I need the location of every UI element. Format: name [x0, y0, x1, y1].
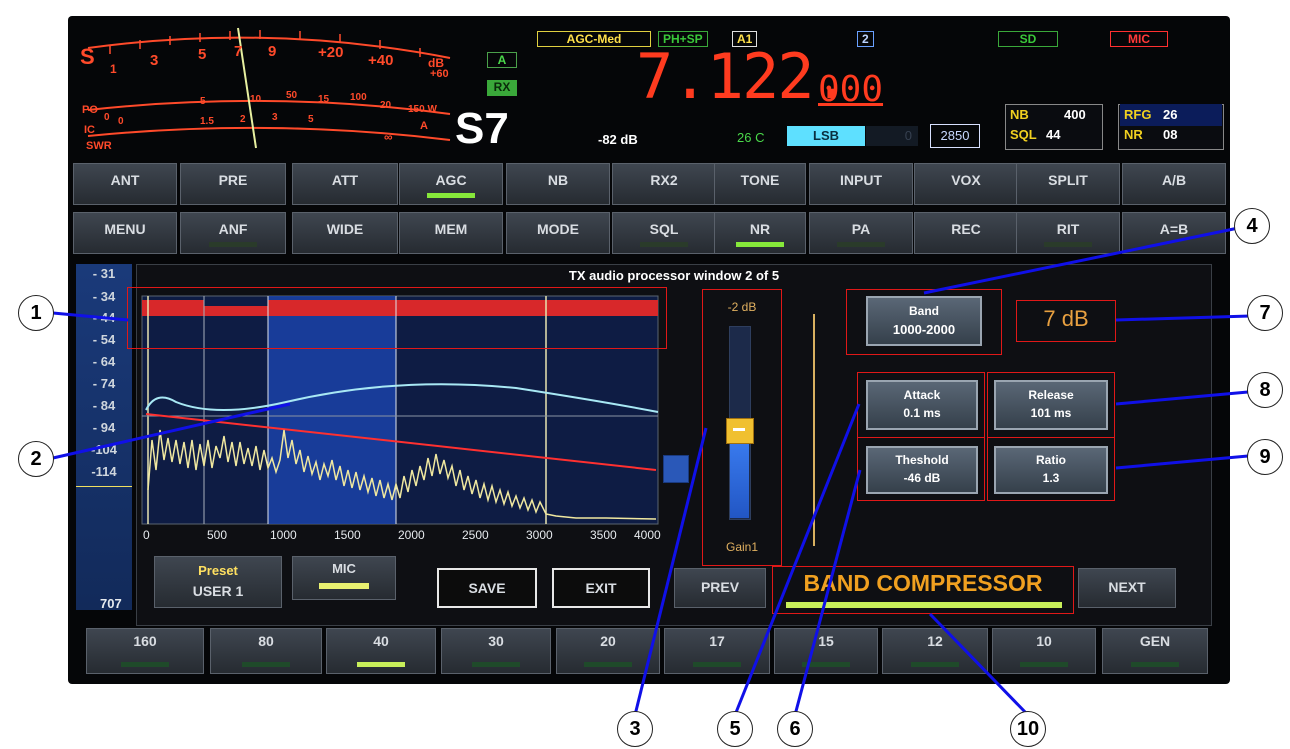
callout-lines: [52, 224, 1251, 717]
callout-6: 6: [777, 711, 813, 747]
callout-3: 3: [617, 711, 653, 747]
callout-4: 4: [1234, 208, 1270, 244]
callout-5: 5: [717, 711, 753, 747]
callout-1: 1: [18, 295, 54, 331]
callout-9: 9: [1247, 439, 1283, 475]
callout-2: 2: [18, 441, 54, 477]
callout-10: 10: [1010, 711, 1046, 747]
callout-7: 7: [1247, 295, 1283, 331]
callout-8: 8: [1247, 372, 1283, 408]
